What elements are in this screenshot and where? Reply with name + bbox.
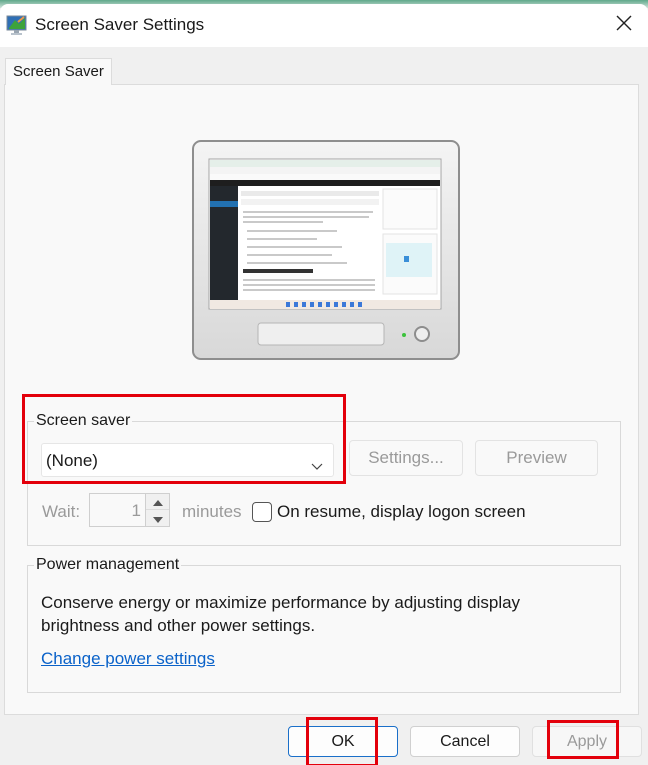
on-resume-label[interactable]: On resume, display logon screen — [277, 502, 526, 522]
spin-down-button[interactable] — [146, 511, 169, 527]
monitor-preview-icon — [191, 139, 461, 361]
window-title: Screen Saver Settings — [35, 15, 205, 34]
screen-saver-selected-value: (None) — [46, 451, 98, 470]
spin-up-button[interactable] — [146, 494, 169, 510]
tab-screen-saver[interactable]: Screen Saver — [5, 58, 112, 85]
preview-button[interactable]: Preview — [475, 440, 598, 476]
triangle-up-icon — [152, 493, 163, 511]
ok-button[interactable]: OK — [288, 726, 398, 757]
settings-button[interactable]: Settings... — [349, 440, 463, 476]
title-bar: Screen Saver Settings — [0, 4, 648, 47]
minutes-label: minutes — [182, 502, 242, 521]
screen-saver-group-label: Screen saver — [34, 412, 133, 430]
power-management-description: Conserve energy or maximize performance … — [41, 593, 521, 635]
close-button[interactable] — [600, 4, 648, 47]
cancel-button[interactable]: Cancel — [410, 726, 520, 757]
wait-minutes-input[interactable]: 1 — [89, 493, 146, 527]
change-power-settings-link[interactable]: Change power settings — [41, 649, 215, 669]
triangle-down-icon — [152, 510, 163, 528]
wait-label: Wait: — [42, 502, 81, 521]
screen-saver-dropdown[interactable]: (None) — [41, 443, 334, 477]
wait-spinner — [146, 493, 170, 527]
close-icon — [616, 15, 632, 36]
tab-panel: Screen saver (None) Settings... Preview … — [4, 84, 639, 715]
apply-button[interactable]: Apply — [532, 726, 642, 757]
screen-saver-app-icon — [6, 14, 28, 36]
chevron-down-icon — [311, 456, 323, 476]
power-management-group-label: Power management — [34, 556, 182, 574]
on-resume-checkbox[interactable] — [252, 502, 272, 522]
